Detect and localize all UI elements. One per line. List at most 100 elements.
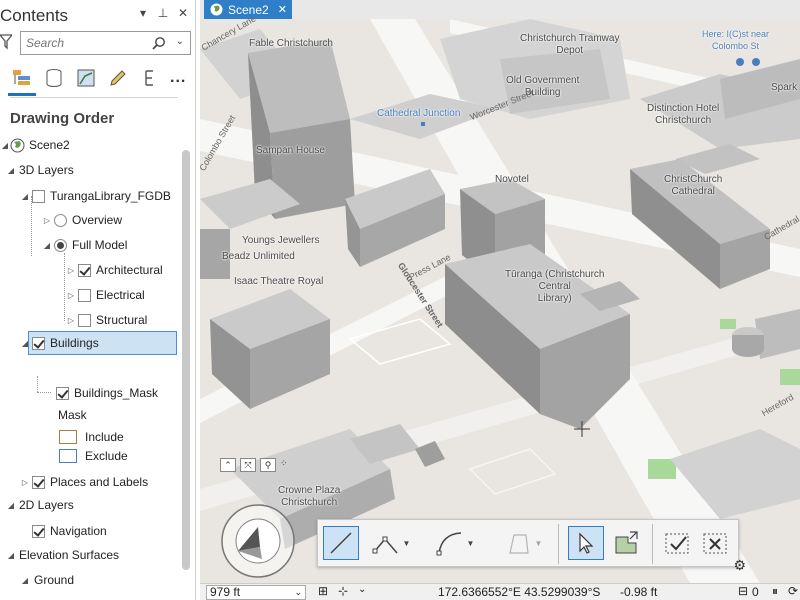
tree-group-3d-layers[interactable]: ◢ 3D Layers: [6, 159, 74, 181]
close-icon[interactable]: ✕: [177, 6, 189, 20]
collapse-icon[interactable]: ◢: [0, 141, 10, 150]
refresh-icon[interactable]: ⟳: [788, 584, 798, 598]
collapse-icon[interactable]: ◢: [6, 551, 16, 560]
chevron-down-icon[interactable]: ▼: [467, 539, 475, 548]
selected-count: 0: [752, 585, 759, 599]
collapse-up-icon[interactable]: ⌃: [220, 458, 236, 472]
layer-checkbox[interactable]: [78, 288, 91, 302]
expand-icon[interactable]: ▷: [42, 216, 52, 225]
polygon-icon: [508, 534, 529, 554]
clear-sketch-button[interactable]: [698, 526, 732, 560]
map-label-isaac: Isaac Theatre Royal: [234, 276, 324, 287]
layer-checkbox[interactable]: [56, 386, 69, 400]
search-options-chevron-icon[interactable]: ⌄: [176, 36, 184, 47]
drawing-order-tab[interactable]: [8, 66, 36, 96]
legend-label: Include: [85, 430, 124, 444]
layer-radio[interactable]: [54, 238, 67, 252]
pin-icon[interactable]: ⊥: [157, 6, 169, 20]
filter-icon[interactable]: [0, 34, 12, 50]
tree-item-label: Ground: [34, 573, 75, 587]
full-extent-icon[interactable]: ⤧: [240, 458, 256, 472]
legend-heading: Mask: [58, 408, 87, 422]
polygon-tool-button[interactable]: ▼: [498, 526, 548, 560]
toolbar-separator: [558, 524, 559, 564]
tree-item-buildings[interactable]: ◢ Buildings: [20, 332, 99, 354]
chevron-down-icon[interactable]: ▼: [535, 539, 543, 548]
view-tab-strip: Scene2 ✕: [200, 0, 800, 19]
snapping-tab[interactable]: [138, 66, 162, 90]
search-icon[interactable]: [152, 36, 166, 50]
gear-icon[interactable]: ⚙: [733, 557, 746, 574]
legend-item-exclude[interactable]: Exclude: [59, 445, 128, 467]
more-nav-icon[interactable]: ⁘: [280, 458, 288, 472]
expand-icon[interactable]: ▷: [66, 316, 76, 325]
tree-item-turanga-library[interactable]: ◢ TurangaLibrary_FGDB: [20, 185, 171, 207]
search-field[interactable]: ⌄: [20, 31, 191, 55]
contents-pane: Contents ▾ ⊥ ✕ ⌄: [0, 0, 196, 600]
contents-scrollbar[interactable]: [182, 150, 190, 570]
pause-icon[interactable]: ⏸: [772, 584, 778, 599]
expand-icon[interactable]: ▷: [66, 291, 76, 300]
editing-tab[interactable]: [106, 66, 130, 90]
first-person-icon[interactable]: ⚲: [260, 458, 276, 472]
group-heading: 3D Layers: [19, 163, 74, 177]
tree-item-full-model[interactable]: ◢ Full Model: [42, 234, 127, 256]
globe-icon: [10, 138, 25, 152]
group-heading: Elevation Surfaces: [19, 548, 120, 562]
tree-item-label: Architectural: [96, 263, 163, 277]
chevron-down-icon[interactable]: ⌄: [294, 586, 302, 599]
tab-close-icon[interactable]: ✕: [278, 3, 287, 16]
expand-icon[interactable]: ▷: [66, 266, 76, 275]
edit-vertices-button[interactable]: [608, 526, 644, 560]
layer-checkbox[interactable]: [78, 263, 91, 277]
expand-icon[interactable]: ▷: [20, 478, 30, 487]
navigator-control[interactable]: [221, 504, 295, 578]
collapse-icon[interactable]: ◢: [6, 501, 16, 510]
layer-checkbox[interactable]: [32, 524, 45, 538]
scale-selector[interactable]: 979 ft ⌄: [206, 585, 306, 600]
tree-item-places-labels[interactable]: ▷ Places and Labels: [20, 471, 148, 493]
layer-checkbox[interactable]: [32, 336, 45, 350]
arc-tool-button[interactable]: ▼: [428, 526, 482, 560]
tree-item-label: Overview: [72, 213, 123, 227]
collapse-icon[interactable]: ◢: [20, 192, 30, 201]
polyline-tool-button[interactable]: ▼: [366, 526, 416, 560]
tree-group-elevation-surfaces[interactable]: ◢ Elevation Surfaces: [6, 544, 119, 566]
exclude-swatch: [59, 449, 77, 463]
tree-item-label: Electrical: [96, 288, 145, 302]
collapse-icon[interactable]: ◢: [20, 576, 30, 585]
tree-item-architectural[interactable]: ▷ Architectural: [66, 259, 163, 281]
tree-item-electrical[interactable]: ▷ Electrical: [66, 284, 145, 306]
layer-checkbox[interactable]: [32, 189, 45, 203]
pane-menu-icon[interactable]: ▾: [137, 6, 149, 20]
select-tool-button[interactable]: [568, 526, 604, 560]
tree-item-label: Full Model: [72, 238, 128, 252]
database-icon: [46, 69, 62, 87]
line-tool-button[interactable]: [323, 526, 359, 560]
tree-item-structural[interactable]: ▷ Structural: [66, 309, 147, 331]
layer-checkbox[interactable]: [32, 475, 45, 489]
tree-item-navigation[interactable]: Navigation: [32, 520, 107, 542]
tree-item-ground[interactable]: ◢ Ground: [20, 569, 74, 591]
snapping-icon[interactable]: ⊹: [338, 584, 348, 598]
more-tabs-button[interactable]: ...: [170, 69, 186, 87]
tree-group-2d-layers[interactable]: ◢ 2D Layers: [6, 494, 74, 516]
data-source-tab[interactable]: [42, 66, 66, 90]
layer-radio[interactable]: [54, 213, 67, 227]
grid-icon[interactable]: ⊞: [318, 584, 328, 598]
map-label-turanga: Tūranga (Christchurch Central Library): [505, 269, 605, 304]
collapse-icon[interactable]: ◢: [20, 339, 30, 348]
layer-checkbox[interactable]: [78, 313, 91, 327]
tree-item-overview[interactable]: ▷ Overview: [42, 209, 122, 231]
finish-sketch-button[interactable]: [660, 526, 694, 560]
tree-item-scene[interactable]: ◢ Scene2: [0, 134, 70, 156]
elevation-readout: -0.98 ft: [620, 585, 658, 599]
tree-item-buildings-mask[interactable]: Buildings_Mask: [56, 382, 158, 404]
selection-tab[interactable]: [74, 66, 98, 90]
collapse-icon[interactable]: ◢: [6, 166, 16, 175]
search-input[interactable]: [26, 33, 144, 53]
chevron-down-icon[interactable]: ▼: [403, 539, 411, 548]
tree-connector: [37, 376, 38, 392]
collapse-icon[interactable]: ◢: [42, 241, 52, 250]
chevron-down-icon[interactable]: ⌄: [358, 584, 366, 595]
